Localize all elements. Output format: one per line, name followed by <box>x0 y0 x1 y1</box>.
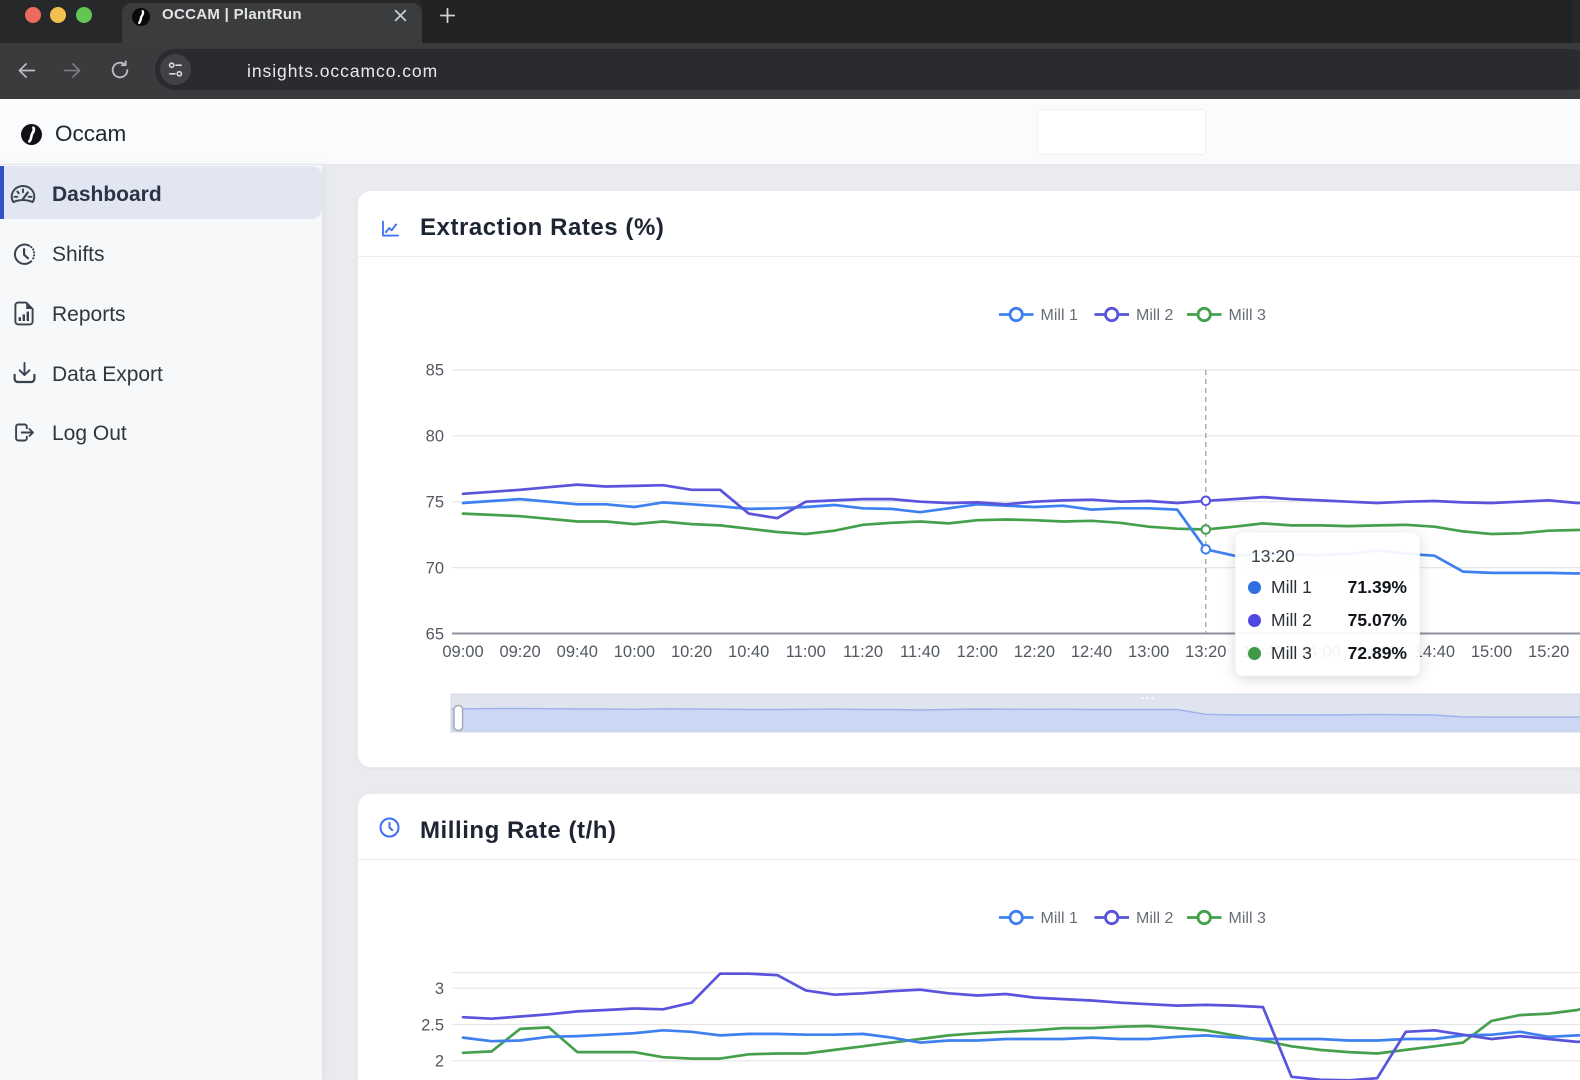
svg-text:12:00: 12:00 <box>957 643 998 661</box>
svg-text:Mill 1: Mill 1 <box>1041 307 1078 324</box>
svg-text:Mill 2: Mill 2 <box>1136 910 1173 927</box>
svg-text:11:20: 11:20 <box>843 643 883 661</box>
svg-text:10:20: 10:20 <box>671 643 712 661</box>
svg-text:Mill 2: Mill 2 <box>1136 307 1173 324</box>
svg-text:Mill 3: Mill 3 <box>1229 307 1266 324</box>
svg-text:75: 75 <box>426 493 444 511</box>
svg-text:11:40: 11:40 <box>900 643 940 661</box>
svg-text:Mill 1: Mill 1 <box>1041 910 1078 927</box>
svg-text:15:20: 15:20 <box>1528 643 1569 661</box>
svg-text:2.5: 2.5 <box>421 1016 444 1034</box>
svg-text:10:00: 10:00 <box>614 643 655 661</box>
svg-text:10:40: 10:40 <box>728 643 769 661</box>
svg-text:80: 80 <box>426 428 444 446</box>
svg-text:09:00: 09:00 <box>442 643 483 661</box>
svg-text:70: 70 <box>426 559 444 577</box>
svg-text:12:40: 12:40 <box>1071 643 1112 661</box>
svg-text:65: 65 <box>426 625 444 643</box>
svg-text:2: 2 <box>435 1053 444 1071</box>
svg-text:11:00: 11:00 <box>786 643 826 661</box>
svg-text:12:20: 12:20 <box>1014 643 1055 661</box>
svg-text:Mill 3: Mill 3 <box>1229 910 1266 927</box>
svg-text:3: 3 <box>435 980 444 998</box>
svg-text:09:20: 09:20 <box>499 643 540 661</box>
svg-text:13:00: 13:00 <box>1128 643 1169 661</box>
svg-text:13:20: 13:20 <box>1185 643 1226 661</box>
svg-text:09:40: 09:40 <box>557 643 598 661</box>
svg-text:85: 85 <box>426 362 444 380</box>
svg-text:15:00: 15:00 <box>1471 643 1512 661</box>
